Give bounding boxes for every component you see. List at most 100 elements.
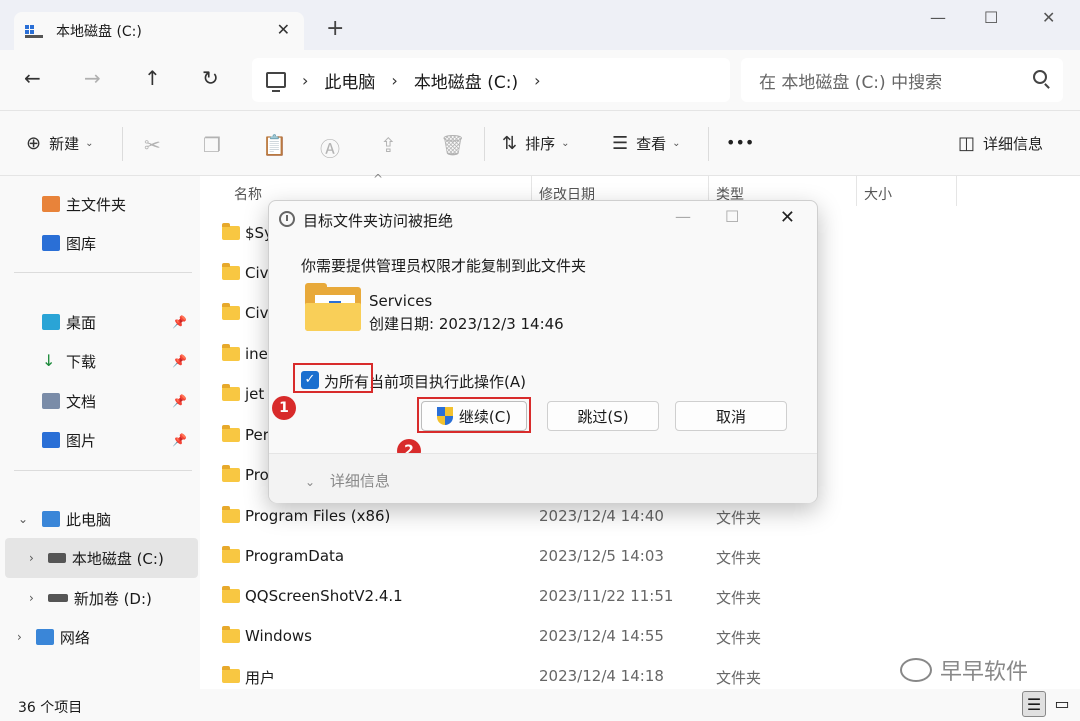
minimize-button[interactable]: — — [930, 8, 946, 27]
details-pane-button[interactable]: ◫ 详细信息 — [958, 133, 1043, 154]
access-denied-dialog: 目标文件夹访问被拒绝 — ☐ ✕ 你需要提供管理员权限才能复制到此文件夹 Ser… — [268, 200, 818, 503]
close-window-button[interactable]: ✕ — [1042, 8, 1055, 27]
new-label: 新建 — [49, 135, 80, 153]
folder-icon — [222, 384, 240, 401]
sidebar-item-label: 图片 — [66, 431, 97, 450]
cut-icon[interactable]: ✂ — [144, 133, 161, 157]
file-name: ine — [245, 345, 268, 363]
sidebar-item-new-volume[interactable]: › 新加卷 (D:) — [0, 578, 193, 618]
file-type: 文件夹 — [716, 549, 762, 567]
computer-icon — [42, 511, 60, 527]
sidebar-item-gallery[interactable]: 图库 — [0, 223, 193, 263]
highlight-box-2 — [417, 397, 531, 433]
tab-close-icon[interactable]: ✕ — [277, 20, 290, 39]
cancel-button[interactable]: 取消 — [675, 401, 787, 431]
share-icon[interactable]: ⇪ — [380, 133, 397, 157]
breadcrumb-separator: › — [302, 70, 309, 90]
column-divider[interactable] — [856, 176, 857, 206]
pin-icon[interactable]: 📌 — [172, 315, 187, 329]
pin-icon[interactable]: 📌 — [172, 394, 187, 408]
dialog-minimize-button[interactable]: — — [675, 207, 691, 226]
navigation-bar: ← → ↑ ↻ › 此电脑 › 本地磁盘 (C:) › 在 本地磁盘 (C:) … — [0, 50, 1080, 110]
watermark-text: 早早软件 — [940, 660, 1029, 685]
new-tab-button[interactable]: + — [326, 18, 344, 40]
back-button[interactable]: ← — [24, 68, 41, 88]
search-input[interactable]: 在 本地磁盘 (C:) 中搜索 — [741, 58, 1063, 102]
divider — [14, 272, 192, 273]
file-type: 文件夹 — [716, 629, 762, 647]
column-header-size[interactable]: 大小 — [864, 184, 892, 204]
table-row[interactable]: Program Files (x86) 2023/12/4 14:40 文件夹 — [200, 497, 1080, 537]
sidebar-item-local-disk[interactable]: › 本地磁盘 (C:) — [5, 538, 198, 578]
chevron-right-icon[interactable]: › — [29, 591, 34, 605]
details-view-icon[interactable]: ☰ — [1022, 691, 1046, 717]
sidebar-item-pictures[interactable]: 图片 📌 — [0, 420, 193, 460]
folder-icon — [222, 506, 240, 523]
tiles-view-icon[interactable]: ▭ — [1050, 691, 1074, 717]
up-button[interactable]: ↑ — [144, 68, 161, 88]
sidebar-item-downloads[interactable]: ↓ 下载 📌 — [0, 341, 193, 381]
delete-icon[interactable]: 🗑 — [440, 133, 465, 157]
file-type: 文件夹 — [716, 669, 762, 687]
sidebar-item-desktop[interactable]: 桌面 📌 — [0, 302, 193, 342]
table-row[interactable]: QQScreenShotV2.4.1 2023/11/22 11:51 文件夹 — [200, 577, 1080, 617]
sidebar-item-network[interactable]: › 网络 — [0, 617, 193, 657]
pin-icon[interactable]: 📌 — [172, 433, 187, 447]
details-toggle-label: 详细信息 — [329, 472, 390, 490]
tab-local-disk[interactable]: 本地磁盘 (C:) ✕ — [14, 12, 304, 50]
sidebar-item-label: 网络 — [59, 628, 90, 647]
sidebar-item-label: 此电脑 — [66, 510, 112, 529]
breadcrumb-local-disk[interactable]: 本地磁盘 (C:) — [414, 68, 518, 93]
file-date: 2023/12/4 14:40 — [539, 507, 664, 525]
dialog-close-button[interactable]: ✕ — [780, 207, 795, 228]
sort-button[interactable]: ⇅ 排序 ⌄ — [502, 133, 570, 154]
refresh-button[interactable]: ↻ — [202, 68, 219, 88]
dialog-message: 你需要提供管理员权限才能复制到此文件夹 — [301, 257, 587, 275]
new-button[interactable]: ⊕ 新建 ⌄ — [26, 133, 94, 154]
folder-icon — [305, 283, 361, 331]
home-icon — [42, 196, 60, 212]
sidebar-item-documents[interactable]: 文档 📌 — [0, 381, 193, 421]
wechat-icon — [900, 658, 932, 682]
dialog-title: 目标文件夹访问被拒绝 — [303, 212, 454, 230]
chevron-right-icon[interactable]: › — [17, 630, 22, 644]
file-name: Civ — [245, 304, 269, 322]
computer-icon — [266, 72, 286, 92]
file-name: 用户 — [245, 669, 276, 687]
details-toggle[interactable]: ⌄ 详细信息 — [305, 470, 390, 491]
copy-icon[interactable]: ❐ — [203, 133, 221, 157]
sidebar-item-this-pc[interactable]: 此电脑 — [0, 499, 193, 539]
maximize-button[interactable]: ☐ — [984, 8, 998, 27]
table-row[interactable]: Windows 2023/12/4 14:55 文件夹 — [200, 617, 1080, 657]
sidebar-item-label: 新加卷 (D:) — [73, 589, 152, 608]
dialog-footer: ⌄ 详细信息 — [269, 453, 817, 503]
search-icon — [1033, 70, 1047, 84]
file-name: QQScreenShotV2.4.1 — [245, 587, 403, 605]
table-row[interactable]: ProgramData 2023/12/5 14:03 文件夹 — [200, 537, 1080, 577]
dialog-maximize-button[interactable]: ☐ — [725, 207, 739, 226]
sort-label: 排序 — [525, 135, 556, 153]
plus-circle-icon: ⊕ — [26, 133, 42, 154]
column-header-name[interactable]: 名称 — [234, 184, 262, 204]
forward-button[interactable]: → — [84, 68, 101, 88]
pin-icon[interactable]: 📌 — [172, 354, 187, 368]
column-divider[interactable] — [956, 176, 957, 206]
file-name: Per — [245, 426, 269, 444]
sidebar-item-home[interactable]: 主文件夹 — [0, 184, 193, 224]
paste-icon[interactable]: 📋 — [262, 133, 287, 157]
rename-icon[interactable]: Ⓐ — [320, 133, 340, 162]
chevron-right-icon[interactable]: › — [29, 551, 34, 565]
breadcrumb-separator: › — [391, 70, 398, 90]
dialog-title-bar: 目标文件夹访问被拒绝 — ☐ ✕ — [269, 201, 817, 237]
address-bar[interactable]: › 此电脑 › 本地磁盘 (C:) › — [252, 58, 730, 102]
search-placeholder: 在 本地磁盘 (C:) 中搜索 — [759, 72, 943, 93]
dialog-folder-name: Services — [369, 292, 433, 310]
view-button[interactable]: ☰ 查看 ⌄ — [612, 133, 681, 154]
network-icon — [35, 629, 54, 645]
breadcrumb-this-pc[interactable]: 此电脑 — [324, 68, 375, 93]
file-name: jet — [245, 385, 265, 403]
more-options-button[interactable]: ••• — [726, 133, 754, 152]
folder-icon — [222, 546, 240, 563]
file-name: Civ — [245, 264, 269, 282]
skip-button[interactable]: 跳过(S) — [547, 401, 659, 431]
